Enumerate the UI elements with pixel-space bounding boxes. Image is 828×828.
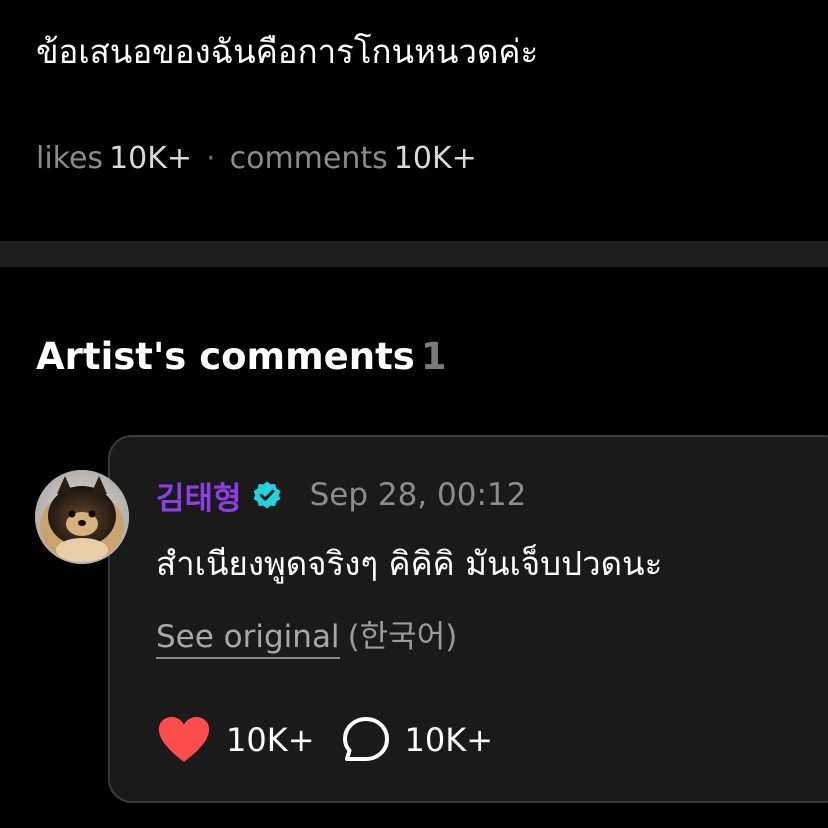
post-stats: likes 10K+ · comments 10K+ — [36, 139, 477, 179]
artist-comments-count: 1 — [420, 335, 447, 378]
artist-comments-heading: Artist's comments 1 — [36, 333, 447, 381]
like-count: 10K+ — [226, 721, 315, 759]
comments-count[interactable]: 10K+ — [394, 141, 477, 176]
speech-bubble-icon[interactable] — [341, 715, 391, 765]
comment-author-row: 김태형 Sep 28, 00:12 — [156, 472, 526, 518]
avatar-image — [35, 470, 129, 564]
stats-separator: · — [206, 141, 216, 176]
comment-text: สำเนียงพูดจริงๆ คิคิคิ มันเจ็บปวดนะ — [156, 544, 663, 583]
see-original-link[interactable]: See original — [156, 619, 340, 659]
heart-icon[interactable] — [156, 715, 212, 765]
comments-label: comments — [229, 141, 388, 176]
likes-label: likes — [36, 141, 104, 176]
translation-row: See original (한국어) — [156, 614, 457, 660]
post-text: ข้อเสนอของฉันคือการโกนหนวดค่ะ — [36, 32, 539, 71]
verified-badge-icon — [252, 480, 282, 510]
avatar[interactable] — [35, 470, 129, 564]
comment-actions: 10K+ 10K+ — [156, 712, 493, 768]
artist-comments-title: Artist's comments — [36, 335, 415, 378]
author-name[interactable]: 김태형 — [156, 473, 242, 518]
reply-count: 10K+ — [404, 721, 494, 759]
likes-count[interactable]: 10K+ — [109, 141, 192, 176]
section-divider — [0, 241, 828, 267]
original-language: (한국어) — [347, 619, 458, 655]
comment-timestamp: Sep 28, 00:12 — [309, 477, 527, 513]
